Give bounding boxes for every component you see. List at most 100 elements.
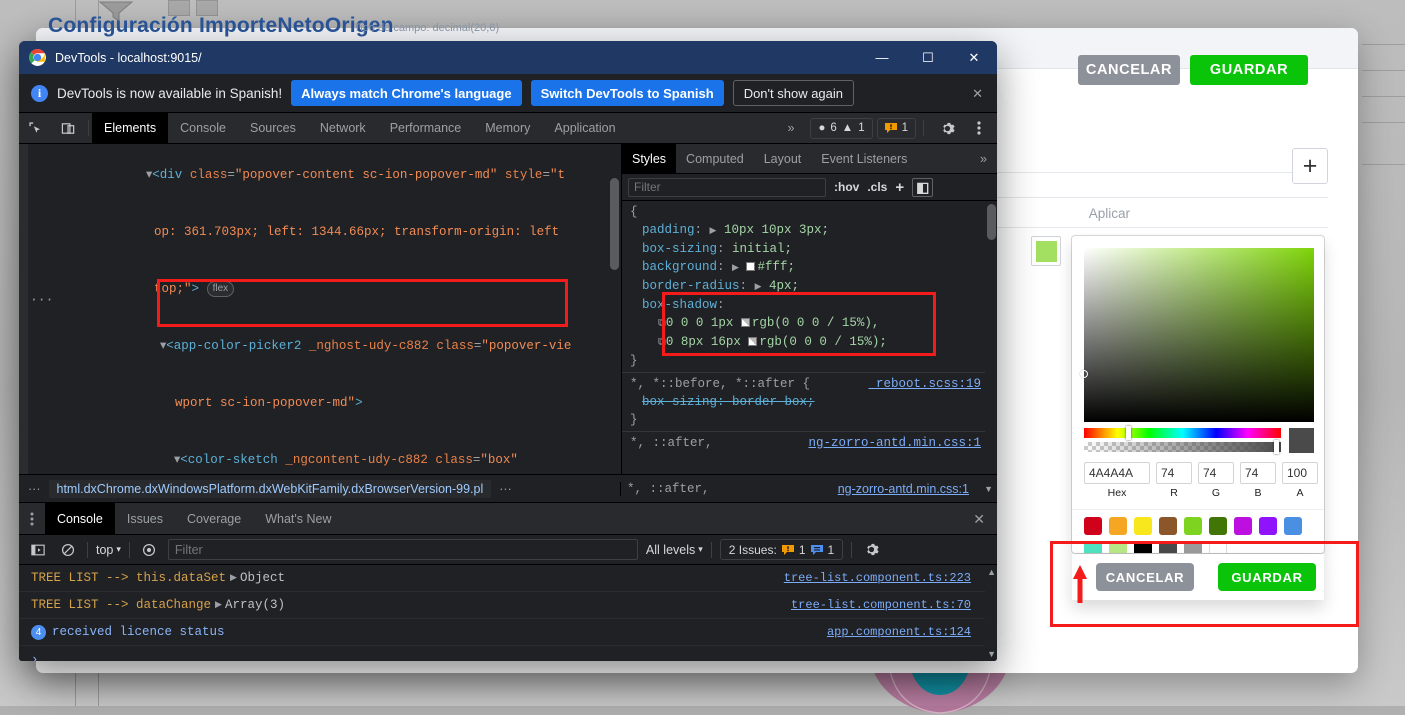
- more-tabs-button[interactable]: »: [775, 121, 806, 135]
- preset-swatch-14[interactable]: [1209, 541, 1227, 553]
- style-declaration[interactable]: box-sizing: initial;: [642, 240, 985, 258]
- dom-scrollbar-thumb[interactable]: [610, 178, 619, 270]
- styles-tab-event-listeners[interactable]: Event Listeners: [811, 144, 917, 173]
- styles-rules[interactable]: { padding: ▶ 10px 10px 3px; box-sizing: i…: [622, 202, 985, 474]
- expand-triangle-icon[interactable]: ▶: [755, 282, 762, 292]
- gear-icon[interactable]: [931, 121, 964, 136]
- style-declaration[interactable]: border-radius: ▶ 4px;: [642, 277, 985, 296]
- alpha-slider[interactable]: [1084, 440, 1281, 454]
- device-toolbar-icon[interactable]: [52, 113, 85, 143]
- banner-close-icon[interactable]: ✕: [972, 86, 983, 102]
- expand-triangle-icon[interactable]: ▶: [230, 573, 237, 583]
- console-levels-selector[interactable]: All levels ▾: [646, 543, 703, 557]
- toggle-sidebar-button[interactable]: ◧: [912, 177, 934, 197]
- styles-tab-styles[interactable]: Styles: [622, 144, 677, 173]
- preset-swatch-4[interactable]: [1184, 517, 1202, 535]
- tab-console[interactable]: Console: [168, 113, 238, 143]
- styles-more-tabs-button[interactable]: »: [970, 144, 997, 173]
- rule3-source-link[interactable]: ng-zorro-antd.min.css:1: [808, 434, 981, 452]
- style-declaration[interactable]: background: ▶ #fff;: [642, 258, 985, 277]
- green-input[interactable]: [1198, 462, 1234, 484]
- preset-swatch-8[interactable]: [1284, 517, 1302, 535]
- drawer-menu-icon[interactable]: [19, 503, 45, 534]
- saturation-pointer[interactable]: [1080, 370, 1088, 378]
- console-scrollbar[interactable]: ▲ ▼: [985, 565, 997, 661]
- log-source-link[interactable]: app.component.ts:124: [827, 625, 971, 639]
- copy-icon[interactable]: ⧉: [658, 337, 666, 349]
- styles-scrollbar-thumb[interactable]: [987, 204, 996, 240]
- preset-swatch-12[interactable]: [1159, 541, 1177, 553]
- always-match-language-button[interactable]: Always match Chrome's language: [291, 80, 522, 106]
- error-warning-counts[interactable]: ● 6 ▲ 1: [810, 117, 873, 139]
- breadcrumb-path[interactable]: html.dxChrome.dxWindowsPlatform.dxWebKit…: [48, 479, 492, 498]
- drawer-tab-coverage[interactable]: Coverage: [175, 503, 253, 534]
- log-source-link[interactable]: tree-list.component.ts:223: [784, 571, 971, 585]
- scroll-up-arrow-icon[interactable]: ▲: [987, 567, 996, 577]
- preset-swatch-11[interactable]: [1134, 541, 1152, 553]
- hex-input[interactable]: [1084, 462, 1150, 484]
- cls-toggle-button[interactable]: .cls: [867, 180, 887, 194]
- copy-icon[interactable]: ⧉: [658, 318, 666, 330]
- rule3-header[interactable]: *, ::after, ng-zorro-antd.min.css:1: [622, 434, 985, 452]
- tab-sources[interactable]: Sources: [238, 113, 308, 143]
- rule2-declaration[interactable]: box-sizing: border-box;: [622, 393, 985, 411]
- preset-swatch-0[interactable]: [1084, 517, 1102, 535]
- preset-swatch-10[interactable]: [1109, 541, 1127, 553]
- rule2-header[interactable]: *, *::before, *::after { _reboot.scss:19: [622, 375, 985, 393]
- dom-line[interactable]: ▾<div class="popover-content sc-ion-popo…: [71, 147, 606, 204]
- alpha-slider-knob[interactable]: [1274, 440, 1279, 454]
- alpha-input[interactable]: [1282, 462, 1318, 484]
- breadcrumb-overflow-left[interactable]: ···: [28, 482, 41, 496]
- color-swatch-icon[interactable]: [740, 318, 750, 327]
- dom-line[interactable]: wport sc-ion-popover-md">: [85, 375, 606, 432]
- tab-elements[interactable]: Elements: [92, 113, 169, 143]
- console-prompt[interactable]: ›: [19, 646, 985, 662]
- drawer-close-icon[interactable]: ✕: [973, 511, 985, 528]
- breadcrumb-overflow-right[interactable]: ···: [499, 482, 512, 496]
- color-swatch-icon[interactable]: [748, 337, 758, 346]
- picker-cancel-button[interactable]: CANCELAR: [1096, 563, 1194, 591]
- scroll-down-arrow-icon[interactable]: ▼: [987, 649, 996, 659]
- cancel-button[interactable]: CANCELAR: [1078, 55, 1180, 85]
- dom-scrollbar[interactable]: [609, 144, 620, 474]
- expand-triangle-icon[interactable]: ▶: [710, 226, 717, 236]
- color-swatch-button[interactable]: [1031, 236, 1061, 266]
- dont-show-again-button[interactable]: Don't show again: [732, 80, 855, 106]
- console-log-row[interactable]: TREE LIST --> this.dataSet ▶ Object tree-li…: [19, 565, 985, 592]
- rule3-source-echo[interactable]: ng-zorro-antd.min.css:1: [838, 482, 969, 496]
- style-declaration[interactable]: padding: ▶ 10px 10px 3px;: [642, 221, 985, 240]
- hov-toggle-button[interactable]: :hov: [834, 180, 859, 194]
- console-gear-icon[interactable]: [860, 542, 882, 557]
- console-log-row[interactable]: TREE LIST --> dataChange ▶ Array(3) tree-li…: [19, 592, 985, 619]
- preset-swatch-13[interactable]: [1184, 541, 1202, 553]
- drawer-tab-what-s-new[interactable]: What's New: [253, 503, 343, 534]
- preset-swatch-3[interactable]: [1159, 517, 1177, 535]
- flex-badge[interactable]: flex: [206, 281, 235, 297]
- color-swatch-icon[interactable]: [746, 262, 756, 271]
- switch-to-spanish-button[interactable]: Switch DevTools to Spanish: [530, 80, 724, 106]
- console-settings-filter-icon[interactable]: [138, 543, 160, 557]
- rule2-source-link[interactable]: _reboot.scss:19: [868, 375, 981, 393]
- console-filter-input[interactable]: [167, 539, 638, 560]
- tab-network[interactable]: Network: [308, 113, 378, 143]
- preset-swatch-6[interactable]: [1234, 517, 1252, 535]
- dom-line[interactable]: op: 361.703px; left: 1344.66px; transfor…: [79, 204, 606, 261]
- hue-slider-knob[interactable]: [1126, 426, 1131, 440]
- log-source-link[interactable]: tree-list.component.ts:70: [791, 598, 971, 612]
- preset-swatch-9[interactable]: [1084, 541, 1102, 553]
- console-log-row[interactable]: 4 received licence status app.component.ts…: [19, 619, 985, 646]
- dom-line[interactable]: ▾<app-color-picker2 _nghost-udy-c882 cla…: [85, 318, 606, 375]
- blue-input[interactable]: [1240, 462, 1276, 484]
- clear-console-icon[interactable]: [57, 543, 79, 557]
- picker-save-button[interactable]: GUARDAR: [1218, 563, 1316, 591]
- preset-swatch-5[interactable]: [1209, 517, 1227, 535]
- more-options-icon[interactable]: [968, 120, 990, 136]
- styles-tab-computed[interactable]: Computed: [676, 144, 754, 173]
- console-context-selector[interactable]: top ▾: [96, 543, 121, 557]
- drawer-tab-console[interactable]: Console: [45, 503, 115, 534]
- saturation-area[interactable]: [1080, 248, 1314, 422]
- dom-tree-panel[interactable]: ▾<div class="popover-content sc-ion-popo…: [19, 144, 620, 474]
- save-button[interactable]: GUARDAR: [1190, 55, 1308, 85]
- tab-memory[interactable]: Memory: [473, 113, 542, 143]
- expand-triangle-icon[interactable]: ▶: [732, 263, 739, 273]
